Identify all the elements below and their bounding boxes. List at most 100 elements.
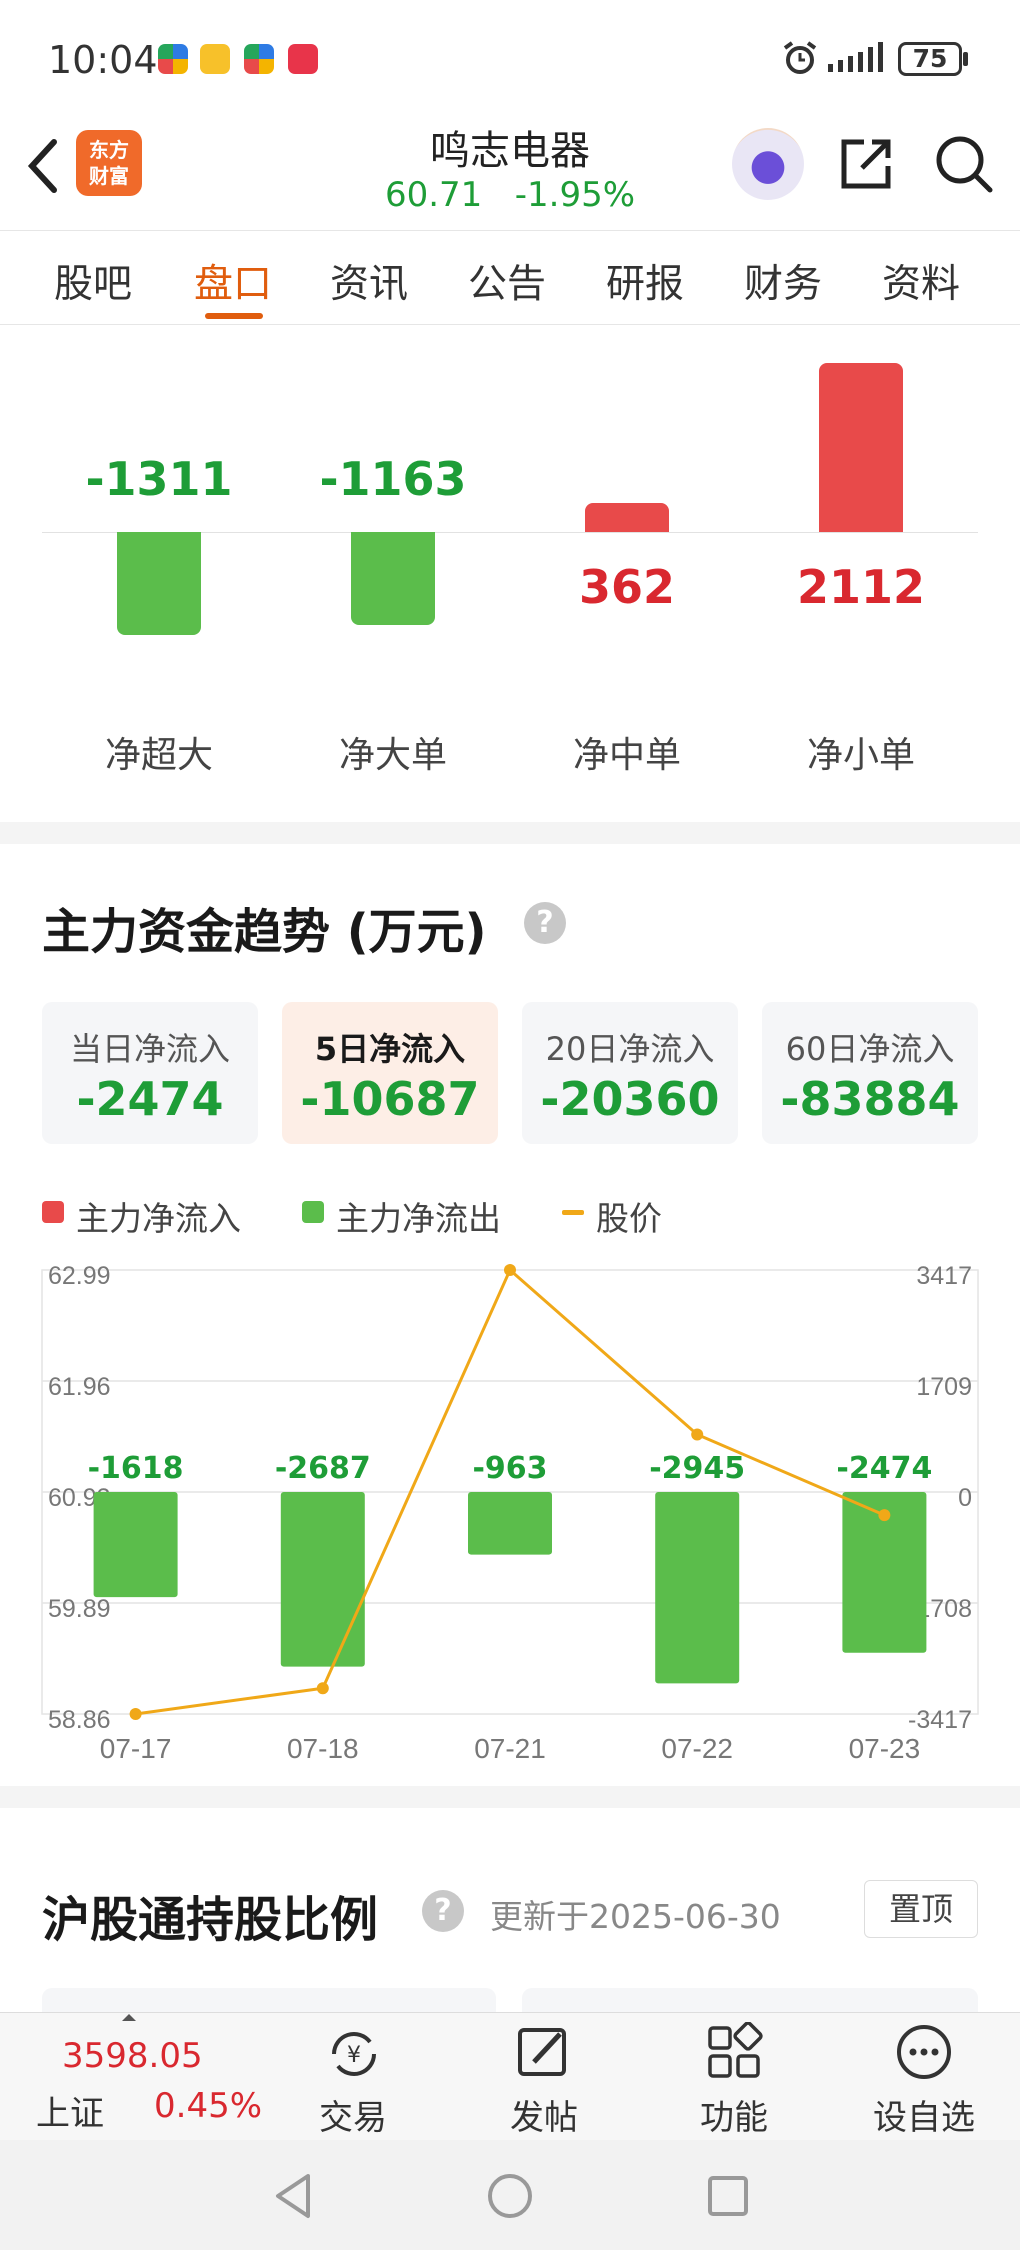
nav-add-watchlist[interactable]: 设自选 bbox=[869, 2090, 979, 2139]
card-value: -20360 bbox=[540, 1072, 720, 1126]
y-tick-right: 0 bbox=[958, 1484, 972, 1512]
flow-bar bbox=[655, 1492, 740, 1684]
more-icon[interactable] bbox=[894, 2022, 954, 2082]
price-point bbox=[504, 1264, 516, 1276]
tab-research[interactable]: 研报 bbox=[606, 253, 684, 309]
card-5day-inflow[interactable]: 5日净流入 -10687 bbox=[282, 1002, 498, 1144]
help-icon[interactable]: ? bbox=[422, 1890, 464, 1932]
bar-data-label: -963 bbox=[472, 1451, 547, 1486]
net-flow-bar bbox=[585, 503, 669, 532]
card-60day-inflow[interactable]: 60日净流入 -83884 bbox=[762, 1002, 978, 1144]
trend-title: 主力资金趋势 (万元) bbox=[42, 904, 487, 960]
tab-guba[interactable]: 股吧 bbox=[54, 253, 132, 309]
y-tick-left: 62.99 bbox=[48, 1262, 111, 1290]
battery-icon: 75 bbox=[898, 42, 962, 76]
price-point bbox=[878, 1509, 891, 1522]
nav-trade[interactable]: 交易 bbox=[298, 2090, 408, 2139]
weibo-icon bbox=[200, 44, 230, 74]
card-today-inflow[interactable]: 当日净流入 -2474 bbox=[42, 1002, 258, 1144]
net-flow-value: -1311 bbox=[85, 452, 233, 506]
app-notification-icon bbox=[158, 44, 188, 74]
index-name[interactable]: 上证 bbox=[36, 2086, 104, 2135]
card-label: 60日净流入 bbox=[785, 1030, 955, 1068]
x-tick-label: 07-22 bbox=[661, 1733, 733, 1764]
system-back-icon[interactable] bbox=[270, 2170, 314, 2222]
legend-swatch-inflow bbox=[42, 1201, 64, 1223]
tab-profile[interactable]: 资料 bbox=[882, 253, 960, 309]
legend-outflow: 主力净流出 bbox=[336, 1199, 501, 1238]
net-flow-bar bbox=[117, 532, 201, 635]
signal-icon bbox=[828, 42, 883, 72]
y-tick-left: 58.86 bbox=[48, 1706, 111, 1734]
legend-price: 股价 bbox=[596, 1199, 662, 1238]
flow-bar bbox=[93, 1492, 178, 1598]
status-bar: 10:04 75 bbox=[0, 0, 1020, 115]
pin-top-button[interactable]: 置顶 bbox=[864, 1880, 978, 1938]
nav-post[interactable]: 发帖 bbox=[489, 2090, 599, 2139]
stock-change: -1.95% bbox=[514, 175, 636, 215]
card-value: -83884 bbox=[780, 1072, 960, 1126]
expand-arrow-icon[interactable] bbox=[122, 2014, 136, 2021]
stock-price: 60.71 bbox=[384, 175, 483, 215]
net-flow-value: -1163 bbox=[319, 452, 467, 506]
net-flow-value: 2112 bbox=[796, 560, 926, 614]
share-icon[interactable] bbox=[836, 134, 896, 194]
status-time: 10:04 bbox=[48, 38, 158, 82]
hsgt-updated: 更新于2025-06-30 bbox=[490, 1897, 781, 1936]
net-flow-label: 净中单 bbox=[572, 735, 681, 776]
flow-bar bbox=[468, 1492, 552, 1555]
tab-bar: 股吧 盘口 资讯 公告 研报 财务 资料 bbox=[0, 230, 1020, 325]
active-tab-indicator bbox=[205, 313, 263, 319]
card-label: 20日净流入 bbox=[545, 1030, 715, 1068]
card-value: -2474 bbox=[76, 1072, 224, 1126]
flow-bar bbox=[280, 1492, 365, 1667]
net-flow-bar bbox=[351, 532, 435, 625]
net-flow-label: 净小单 bbox=[806, 735, 915, 776]
price-point bbox=[691, 1428, 704, 1441]
tab-finance[interactable]: 财务 bbox=[744, 253, 822, 309]
price-point bbox=[129, 1708, 142, 1720]
capital-trend-chart: 62.9961.9660.9359.8958.86341717090-1708-… bbox=[41, 1262, 979, 1764]
tab-pankou[interactable]: 盘口 bbox=[194, 253, 272, 309]
system-home-icon[interactable] bbox=[486, 2172, 534, 2220]
price-point bbox=[316, 1682, 329, 1695]
alarm-icon bbox=[783, 41, 817, 74]
card-value: -10687 bbox=[300, 1072, 480, 1126]
xiaohongshu-icon bbox=[288, 44, 318, 74]
yuan-cycle-icon[interactable]: ¥ bbox=[322, 2024, 386, 2084]
index-change[interactable]: 0.45% bbox=[154, 2086, 262, 2126]
card-label: 5日净流入 bbox=[314, 1030, 466, 1068]
edit-icon[interactable] bbox=[514, 2022, 574, 2082]
battery-tip bbox=[963, 52, 968, 66]
x-tick-label: 07-18 bbox=[287, 1733, 359, 1764]
hsgt-card bbox=[522, 1988, 978, 2012]
y-tick-right: 1709 bbox=[916, 1373, 972, 1401]
help-icon[interactable]: ? bbox=[524, 902, 566, 944]
nav-functions[interactable]: 功能 bbox=[679, 2090, 789, 2139]
search-icon[interactable] bbox=[932, 132, 996, 196]
legend-inflow: 主力净流入 bbox=[76, 1199, 241, 1238]
y-tick-left: 61.96 bbox=[48, 1373, 111, 1401]
section-divider bbox=[0, 1786, 1020, 1808]
y-tick-right: 3417 bbox=[916, 1262, 972, 1290]
net-flow-label: 净大单 bbox=[338, 735, 447, 776]
bar-data-label: -2945 bbox=[649, 1451, 745, 1486]
app-notification-icon bbox=[244, 44, 274, 74]
hsgt-title: 沪股通持股比例 bbox=[42, 1892, 379, 1948]
index-value[interactable]: 3598.05 bbox=[62, 2036, 203, 2076]
grid-icon[interactable] bbox=[704, 2022, 764, 2082]
x-tick-label: 07-23 bbox=[849, 1733, 921, 1764]
y-tick-left: 59.89 bbox=[48, 1595, 111, 1623]
net-flow-label: 净超大 bbox=[104, 735, 213, 776]
card-label: 当日净流入 bbox=[69, 1030, 230, 1068]
card-20day-inflow[interactable]: 20日净流入 -20360 bbox=[522, 1002, 738, 1144]
tab-announcements[interactable]: 公告 bbox=[468, 253, 546, 309]
svg-text:¥: ¥ bbox=[347, 2043, 361, 2068]
system-recents-icon[interactable] bbox=[706, 2174, 750, 2218]
bar-data-label: -1618 bbox=[88, 1451, 184, 1486]
x-tick-label: 07-17 bbox=[100, 1733, 172, 1764]
tab-news[interactable]: 资讯 bbox=[330, 253, 408, 309]
bar-data-label: -2687 bbox=[275, 1451, 371, 1486]
net-flow-value: 362 bbox=[578, 560, 676, 614]
ai-assistant-avatar[interactable] bbox=[732, 128, 804, 200]
